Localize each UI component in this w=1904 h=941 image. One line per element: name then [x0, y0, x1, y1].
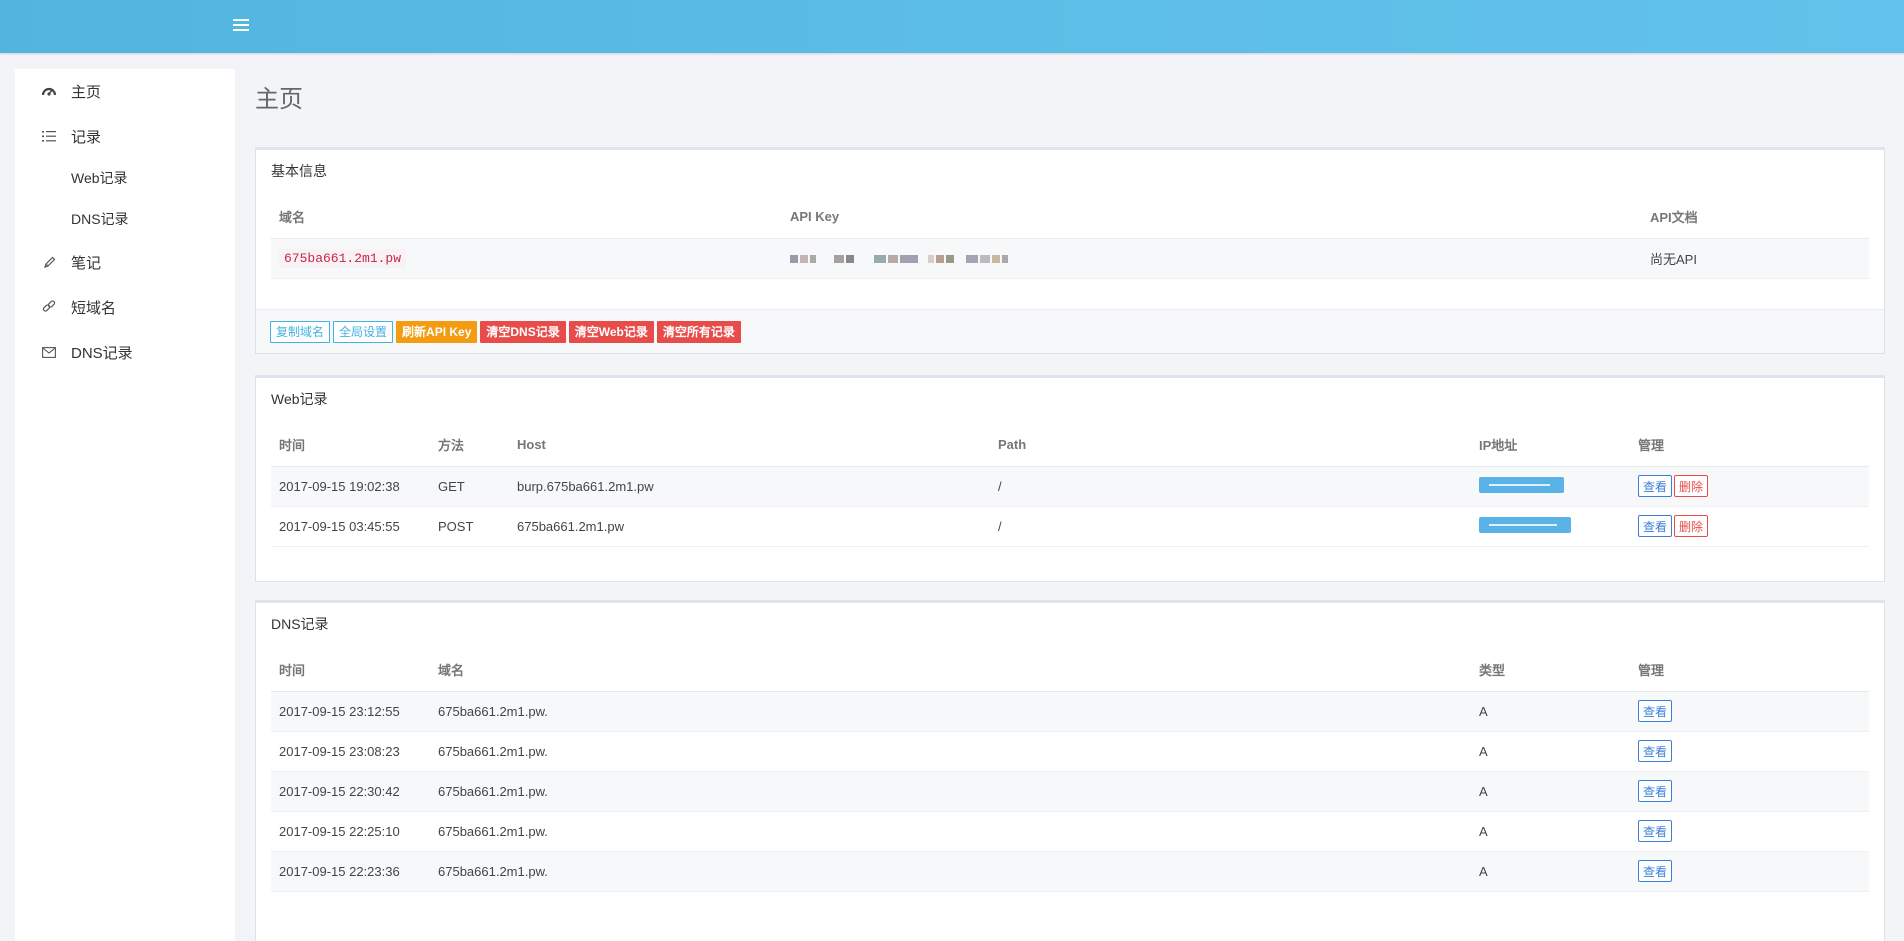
delete-button[interactable]: 删除	[1674, 475, 1709, 497]
time-cell: 2017-09-15 19:02:38	[271, 466, 430, 507]
view-button[interactable]: 查看	[1638, 860, 1673, 882]
api-doc-value: 尚无API	[1642, 238, 1869, 279]
sidebar-item-label: Web记录	[71, 170, 128, 186]
type-cell: A	[1471, 771, 1630, 812]
ip-redacted	[1479, 516, 1571, 533]
sidebar: 主页 记录 Web记录 DNS记录 笔记 短域名 DNS记录	[15, 69, 235, 941]
view-button[interactable]: 查看	[1638, 700, 1673, 722]
sidebar-item-short-domain[interactable]: 短域名	[15, 287, 235, 327]
web-records-panel: Web记录 时间 方法 Host Path IP地址 管理 2017-09-15…	[255, 375, 1885, 582]
column-header: API文档	[1642, 196, 1869, 239]
view-button[interactable]: 查看	[1638, 780, 1673, 802]
time-cell: 2017-09-15 03:45:55	[271, 506, 430, 547]
type-cell: A	[1471, 851, 1630, 892]
column-header: API Key	[782, 196, 1642, 239]
domain-cell: 675ba661.2m1.pw.	[430, 771, 1471, 812]
column-header: 时间	[271, 649, 430, 692]
sidebar-item-label: DNS记录	[71, 211, 129, 227]
table-row: 2017-09-15 19:02:38 GET burp.675ba661.2m…	[271, 466, 1869, 507]
sidebar-item-dns-log[interactable]: DNS记录	[15, 332, 235, 372]
basic-info-table: 域名 API Key API文档 675ba661.2m1.pw 尚无API	[271, 196, 1869, 279]
domain-cell: 675ba661.2m1.pw.	[430, 851, 1471, 892]
type-cell: A	[1471, 691, 1630, 732]
method-cell: GET	[430, 466, 509, 507]
type-cell: A	[1471, 811, 1630, 852]
clear-dns-button[interactable]: 清空DNS记录	[480, 321, 566, 343]
web-records-table: 时间 方法 Host Path IP地址 管理 2017-09-15 19:02…	[271, 424, 1869, 547]
sidebar-item-notes[interactable]: 笔记	[15, 242, 235, 282]
table-row: 675ba661.2m1.pw 尚无API	[271, 238, 1869, 279]
sidebar-item-label: 主页	[71, 83, 102, 101]
path-cell: /	[990, 506, 1471, 547]
sidebar-item-label: 记录	[71, 128, 102, 146]
panel-title: DNS记录	[271, 616, 329, 632]
time-cell: 2017-09-15 22:30:42	[271, 771, 430, 812]
time-cell: 2017-09-15 23:12:55	[271, 691, 430, 732]
top-navbar	[0, 0, 1904, 53]
time-cell: 2017-09-15 23:08:23	[271, 731, 430, 772]
table-row: 2017-09-15 22:25:10 675ba661.2m1.pw. A 查…	[271, 811, 1869, 852]
view-button[interactable]: 查看	[1638, 820, 1673, 842]
column-header: 域名	[271, 196, 782, 239]
column-header: 管理	[1630, 424, 1869, 467]
type-cell: A	[1471, 731, 1630, 772]
sidebar-item-home[interactable]: 主页	[15, 71, 235, 111]
copy-domain-button[interactable]: 复制域名	[270, 321, 331, 343]
envelope-icon	[41, 344, 57, 360]
table-row: 2017-09-15 23:12:55 675ba661.2m1.pw. A 查…	[271, 691, 1869, 732]
list-icon	[41, 128, 57, 144]
panel-title: Web记录	[271, 391, 328, 407]
sidebar-item-records[interactable]: 记录	[15, 116, 235, 156]
sidebar-item-label: DNS记录	[71, 344, 133, 362]
global-settings-button[interactable]: 全局设置	[333, 321, 394, 343]
table-row: 2017-09-15 03:45:55 POST 675ba661.2m1.pw…	[271, 506, 1869, 547]
sidebar-item-label: 笔记	[71, 254, 102, 272]
basic-info-panel: 基本信息 域名 API Key API文档 675ba661.2m1.pw 尚无…	[255, 147, 1885, 354]
column-header: 时间	[271, 424, 430, 467]
basic-info-actions: 复制域名 全局设置 刷新API Key 清空DNS记录 清空Web记录 清空所有…	[256, 309, 1884, 353]
delete-button[interactable]: 删除	[1674, 515, 1709, 537]
domain-cell: 675ba661.2m1.pw.	[430, 731, 1471, 772]
link-icon	[41, 299, 57, 315]
page-title: 主页	[255, 86, 303, 113]
hamburger-icon[interactable]	[233, 15, 249, 37]
panel-title: 基本信息	[271, 163, 327, 179]
ip-redacted	[1479, 476, 1564, 493]
sidebar-item-web-records[interactable]: Web记录	[15, 158, 235, 198]
refresh-api-key-button[interactable]: 刷新API Key	[396, 321, 478, 343]
domain-cell: 675ba661.2m1.pw.	[430, 691, 1471, 732]
api-key-redacted	[790, 254, 1008, 263]
dns-records-panel: DNS记录 时间 域名 类型 管理 2017-09-15 23:12:55 67…	[255, 600, 1885, 941]
sidebar-item-dns-records[interactable]: DNS记录	[15, 199, 235, 239]
column-header: Path	[990, 424, 1471, 467]
view-button[interactable]: 查看	[1638, 515, 1673, 537]
view-button[interactable]: 查看	[1638, 740, 1673, 762]
dashboard-icon	[41, 83, 57, 99]
domain-cell: 675ba661.2m1.pw.	[430, 811, 1471, 852]
view-button[interactable]: 查看	[1638, 475, 1673, 497]
time-cell: 2017-09-15 22:23:36	[271, 851, 430, 892]
column-header: 方法	[430, 424, 509, 467]
clear-all-button[interactable]: 清空所有记录	[656, 321, 741, 343]
table-row: 2017-09-15 22:30:42 675ba661.2m1.pw. A 查…	[271, 771, 1869, 812]
table-row: 2017-09-15 22:23:36 675ba661.2m1.pw. A 查…	[271, 851, 1869, 892]
clear-web-button[interactable]: 清空Web记录	[568, 321, 654, 343]
host-cell: burp.675ba661.2m1.pw	[509, 466, 990, 507]
pencil-icon	[41, 254, 57, 270]
column-header: 类型	[1471, 649, 1630, 692]
column-header: 管理	[1630, 649, 1869, 692]
sidebar-item-label: 短域名	[71, 299, 117, 317]
method-cell: POST	[430, 506, 509, 547]
column-header: Host	[509, 424, 990, 467]
time-cell: 2017-09-15 22:25:10	[271, 811, 430, 852]
column-header: IP地址	[1471, 424, 1630, 467]
column-header: 域名	[430, 649, 1471, 692]
host-cell: 675ba661.2m1.pw	[509, 506, 990, 547]
dns-records-table: 时间 域名 类型 管理 2017-09-15 23:12:55 675ba661…	[271, 649, 1869, 892]
path-cell: /	[990, 466, 1471, 507]
table-row: 2017-09-15 23:08:23 675ba661.2m1.pw. A 查…	[271, 731, 1869, 772]
domain-value: 675ba661.2m1.pw	[279, 249, 407, 268]
